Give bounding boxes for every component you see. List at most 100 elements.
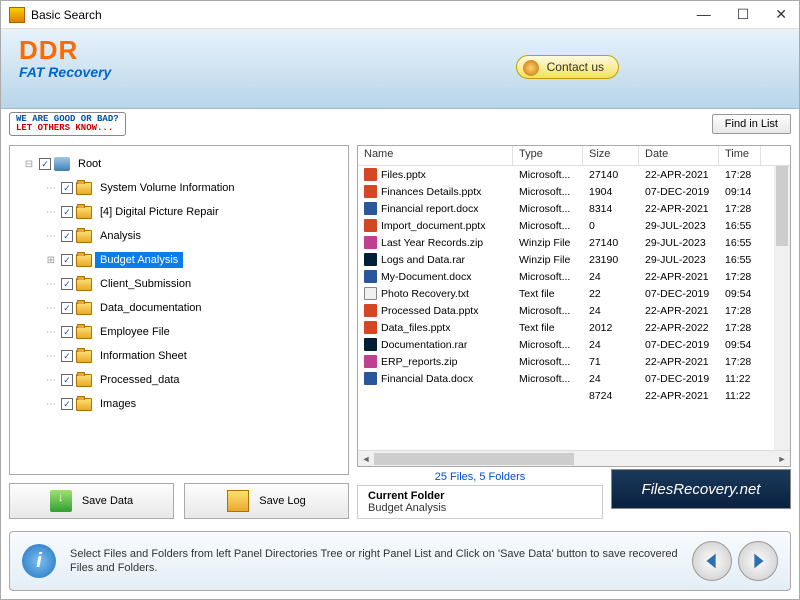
cell-type: Text file [513,288,583,300]
col-size[interactable]: Size [583,146,639,165]
arrow-left-icon [701,550,723,572]
cell-name: Logs and Data.rar [358,253,513,266]
list-row[interactable]: Finances Details.pptxMicrosoft...190407-… [358,183,790,200]
list-row[interactable]: My-Document.docxMicrosoft...2422-APR-202… [358,268,790,285]
tree-checkbox[interactable]: ✓ [61,398,73,410]
tree-item[interactable]: ⋯✓[4] Digital Picture Repair [14,200,344,224]
cell-date: 22-APR-2022 [639,322,719,334]
col-time[interactable]: Time [719,146,761,165]
contact-us-button[interactable]: Contact us [516,55,619,79]
toolbar: WE ARE GOOD OR BAD? LET OTHERS KNOW... F… [1,109,799,139]
folder-tree[interactable]: ⊟ ✓ Root ⋯✓System Volume Information⋯✓[4… [9,145,349,475]
tree-checkbox[interactable]: ✓ [61,302,73,314]
tree-checkbox[interactable]: ✓ [61,350,73,362]
forward-button[interactable] [738,541,778,581]
list-row[interactable]: Photo Recovery.txtText file2207-DEC-2019… [358,285,790,302]
back-button[interactable] [692,541,732,581]
tree-checkbox[interactable]: ✓ [61,230,73,242]
tree-item[interactable]: ⊞✓Budget Analysis [14,248,344,272]
cell-name: Data_files.pptx [358,321,513,334]
tree-expand-icon[interactable]: ⊞ [44,255,58,266]
tree-item[interactable]: ⋯✓Analysis [14,224,344,248]
list-row[interactable]: Last Year Records.zipWinzip File2714029-… [358,234,790,251]
scrollbar-thumb[interactable] [374,453,574,465]
cell-date: 07-DEC-2019 [639,373,719,385]
list-row[interactable]: Import_document.pptxMicrosoft...029-JUL-… [358,217,790,234]
content-area: ⊟ ✓ Root ⋯✓System Volume Information⋯✓[4… [1,139,799,525]
cell-type: Winzip File [513,237,583,249]
rate-us-badge[interactable]: WE ARE GOOD OR BAD? LET OTHERS KNOW... [9,112,126,136]
tree-checkbox[interactable]: ✓ [39,158,51,170]
folder-icon [76,326,92,339]
left-buttons: Save Data Save Log [9,483,349,519]
logo-main: DDR [19,35,781,66]
horizontal-scrollbar[interactable]: ◄ ► [358,450,790,466]
scrollbar-thumb[interactable] [776,166,788,246]
tree-item[interactable]: ⋯✓Employee File [14,320,344,344]
list-row[interactable]: Data_files.pptxText file201222-APR-20221… [358,319,790,336]
cell-size: 24 [583,271,639,283]
tree-root[interactable]: ⊟ ✓ Root [14,152,344,176]
list-row[interactable]: Documentation.rarMicrosoft...2407-DEC-20… [358,336,790,353]
save-data-button[interactable]: Save Data [9,483,174,519]
tree-item[interactable]: ⋯✓System Volume Information [14,176,344,200]
docx-file-icon [364,202,377,215]
tree-connector: ⋯ [44,327,58,338]
cell-size: 8724 [583,390,639,402]
folder-icon [76,350,92,363]
cell-size: 27140 [583,237,639,249]
maximize-button[interactable]: ☐ [733,6,754,23]
cell-size: 1904 [583,186,639,198]
tree-collapse-icon[interactable]: ⊟ [22,159,36,170]
col-type[interactable]: Type [513,146,583,165]
tree-item-label: Information Sheet [95,348,192,364]
scroll-right-icon[interactable]: ► [774,454,790,464]
list-row[interactable]: Logs and Data.rarWinzip File2319029-JUL-… [358,251,790,268]
tree-checkbox[interactable]: ✓ [61,206,73,218]
cell-name: My-Document.docx [358,270,513,283]
cell-time: 17:28 [719,322,761,334]
tree-item[interactable]: ⋯✓Data_documentation [14,296,344,320]
tree-checkbox[interactable]: ✓ [61,326,73,338]
folder-icon [76,230,92,243]
tree-item[interactable]: ⋯✓Client_Submission [14,272,344,296]
cell-time: 11:22 [719,390,761,402]
list-row[interactable]: Files.pptxMicrosoft...2714022-APR-202117… [358,166,790,183]
list-row[interactable]: ERP_reports.zipMicrosoft...7122-APR-2021… [358,353,790,370]
tree-checkbox[interactable]: ✓ [61,374,73,386]
vertical-scrollbar[interactable] [774,166,790,450]
cell-time: 17:28 [719,356,761,368]
docx-file-icon [364,372,377,385]
cell-date: 07-DEC-2019 [639,186,719,198]
cell-size: 24 [583,339,639,351]
tree-checkbox[interactable]: ✓ [61,278,73,290]
save-log-icon [227,490,249,512]
cell-date: 22-APR-2021 [639,305,719,317]
cell-type: Microsoft... [513,356,583,368]
tree-item[interactable]: ⋯✓Processed_data [14,368,344,392]
tree-item[interactable]: ⋯✓Images [14,392,344,416]
tree-checkbox[interactable]: ✓ [61,182,73,194]
col-name[interactable]: Name [358,146,513,165]
cell-size: 24 [583,373,639,385]
list-row[interactable]: Financial report.docxMicrosoft...831422-… [358,200,790,217]
close-button[interactable]: ✕ [771,6,791,23]
scrollbar-track[interactable] [374,453,774,465]
tree-checkbox[interactable]: ✓ [61,254,73,266]
list-row[interactable]: 872422-APR-202111:22 [358,387,790,404]
col-date[interactable]: Date [639,146,719,165]
contact-us-label: Contact us [547,60,604,74]
find-in-list-button[interactable]: Find in List [712,114,791,134]
tree-connector: ⋯ [44,351,58,362]
save-log-button[interactable]: Save Log [184,483,349,519]
tree-item[interactable]: ⋯✓ Information Sheet [14,344,344,368]
file-list[interactable]: Name Type Size Date Time Files.pptxMicro… [357,145,791,467]
app-window: Basic Search — ☐ ✕ DDR FAT Recovery Cont… [0,0,800,600]
minimize-button[interactable]: — [693,6,715,23]
cell-size: 71 [583,356,639,368]
folder-icon [76,398,92,411]
list-row[interactable]: Processed Data.pptxMicrosoft...2422-APR-… [358,302,790,319]
list-row[interactable]: Financial Data.docxMicrosoft...2407-DEC-… [358,370,790,387]
cell-type: Microsoft... [513,203,583,215]
scroll-left-icon[interactable]: ◄ [358,454,374,464]
